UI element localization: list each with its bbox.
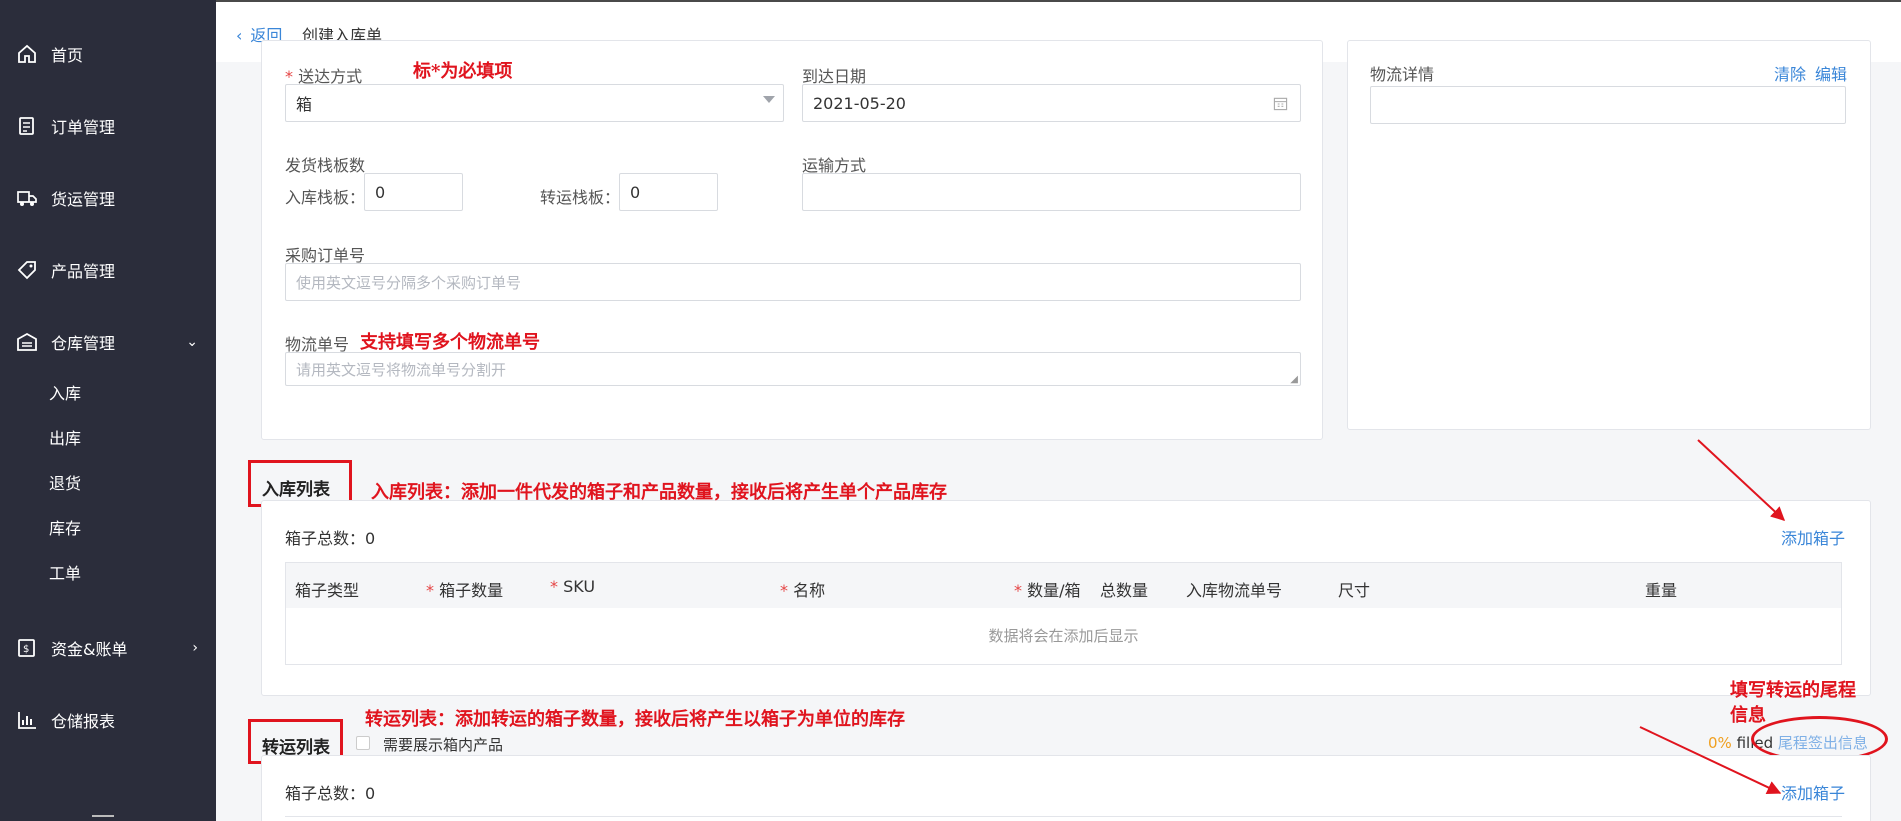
edit-link[interactable]: 编辑 bbox=[1815, 61, 1847, 85]
warehouse-icon bbox=[17, 332, 37, 351]
show-products-checkbox[interactable] bbox=[356, 736, 370, 750]
sidebar-item-orders[interactable]: 订单管理 bbox=[0, 106, 216, 146]
col-inbound-tracking: 入库物流单号 bbox=[1186, 581, 1283, 600]
progress-percent: 0% bbox=[1708, 734, 1732, 752]
sidebar-item-finance[interactable]: $ 资金&账单 › bbox=[0, 628, 216, 668]
transfer-pallet-label: 转运栈板： bbox=[540, 188, 621, 207]
col-box-type: 箱子类型 bbox=[295, 581, 360, 600]
logistics-detail-input[interactable] bbox=[1370, 86, 1846, 124]
transfer-pallet-input[interactable]: 0 bbox=[619, 173, 718, 211]
inbound-list-title: 入库列表 bbox=[262, 480, 330, 500]
sidebar-item-label: 产品管理 bbox=[51, 262, 116, 281]
chevron-left-icon: ‹ bbox=[236, 26, 243, 45]
sidebar-item-reports[interactable]: 仓储报表 bbox=[0, 700, 216, 740]
arrival-date-input[interactable]: 2021-05-20 bbox=[802, 84, 1301, 122]
sidebar-item-freight[interactable]: 货运管理 bbox=[0, 178, 216, 218]
transfer-list-panel bbox=[261, 755, 1871, 821]
col-box-qty: * 箱子数量 bbox=[426, 581, 504, 600]
arrival-date-value: 2021-05-20 bbox=[813, 93, 906, 113]
clear-link[interactable]: 清除 bbox=[1774, 61, 1806, 85]
sidebar-item-label: 资金&账单 bbox=[51, 640, 128, 659]
col-qty-per-box: * 数量/箱 bbox=[1014, 581, 1081, 600]
annotation-last-mile-1: 填写转运的尾程 bbox=[1730, 680, 1856, 701]
bill-icon: $ bbox=[18, 639, 35, 657]
col-total-qty: 总数量 bbox=[1100, 581, 1149, 600]
svg-text:$: $ bbox=[23, 644, 29, 655]
inbound-table-header: 箱子类型 * 箱子数量 * SKU * 名称 * 数量/箱 总数量 入库物流单号… bbox=[285, 562, 1842, 609]
calendar-icon bbox=[1273, 97, 1288, 111]
delivery-method-select[interactable]: 箱 bbox=[285, 84, 784, 122]
annotation-last-mile-2: 信息 bbox=[1730, 705, 1766, 726]
sidebar-item-label: 仓库管理 bbox=[51, 334, 116, 353]
tracking-number-placeholder: 请用英文逗号将物流单号分割开 bbox=[296, 360, 507, 379]
sidebar: 首页 订单管理 货运管理 产品管理 仓库管理 ⌄ 入库 出库 退货 库存 工单 … bbox=[0, 0, 216, 821]
tag-icon bbox=[17, 261, 36, 280]
inbound-add-box-button[interactable]: 添加箱子 bbox=[1781, 525, 1845, 549]
truck-icon bbox=[17, 191, 37, 206]
po-number-input[interactable]: 使用英文逗号分隔多个采购订单号 bbox=[285, 263, 1301, 301]
order-icon bbox=[19, 117, 34, 135]
delivery-method-value: 箱 bbox=[296, 95, 313, 114]
col-name: * 名称 bbox=[780, 581, 826, 600]
sidebar-subitem-tickets[interactable]: 工单 bbox=[49, 560, 81, 584]
col-weight: 重量 bbox=[1645, 581, 1678, 600]
show-products-label: 需要展示箱内产品 bbox=[383, 736, 504, 754]
sidebar-item-home[interactable]: 首页 bbox=[0, 34, 216, 74]
transfer-add-box-button[interactable]: 添加箱子 bbox=[1781, 780, 1845, 804]
logistics-detail-label: 物流详情 bbox=[1370, 65, 1435, 84]
transport-method-input[interactable] bbox=[802, 173, 1301, 211]
sidebar-subitem-inventory[interactable]: 库存 bbox=[49, 515, 81, 539]
sidebar-subitem-inbound[interactable]: 入库 bbox=[49, 380, 81, 404]
sidebar-item-label: 货运管理 bbox=[51, 190, 116, 209]
chart-icon bbox=[18, 712, 36, 729]
col-sku: * SKU bbox=[550, 577, 596, 596]
sidebar-subitem-outbound[interactable]: 出库 bbox=[49, 425, 81, 449]
home-icon bbox=[18, 44, 36, 63]
resize-handle-icon[interactable]: ◢ bbox=[1290, 374, 1298, 385]
annotation-transfer-desc: 转运列表：添加转运的箱子数量，接收后将产生以箱子为单位的库存 bbox=[365, 709, 905, 730]
sidebar-item-label: 仓储报表 bbox=[51, 712, 116, 731]
inbound-pallet-input[interactable]: 0 bbox=[364, 173, 463, 211]
chevron-right-icon: › bbox=[192, 640, 198, 656]
sidebar-subitem-returns[interactable]: 退货 bbox=[49, 470, 81, 494]
sidebar-item-label: 首页 bbox=[51, 46, 84, 65]
col-size: 尺寸 bbox=[1338, 581, 1371, 600]
po-number-placeholder: 使用英文逗号分隔多个采购订单号 bbox=[296, 273, 522, 292]
annotation-multi-tracking: 支持填写多个物流单号 bbox=[360, 332, 540, 353]
sidebar-item-warehouse[interactable]: 仓库管理 ⌄ bbox=[0, 322, 216, 362]
tracking-number-textarea[interactable]: 请用英文逗号将物流单号分割开 ◢ bbox=[285, 352, 1301, 386]
annotation-required: 标*为必填项 bbox=[413, 61, 513, 82]
inbound-box-total: 箱子总数：0 bbox=[285, 529, 376, 548]
transfer-box-total: 箱子总数：0 bbox=[285, 784, 376, 803]
pallet-count-label: 发货栈板数 bbox=[285, 156, 366, 175]
sidebar-item-products[interactable]: 产品管理 bbox=[0, 250, 216, 290]
sidebar-divider bbox=[92, 815, 114, 817]
transfer-table-top-border bbox=[285, 816, 1842, 817]
inbound-pallet-label: 入库栈板： bbox=[285, 188, 366, 207]
inbound-table-empty: 数据将会在添加后显示 bbox=[285, 608, 1842, 665]
caret-down-icon bbox=[763, 96, 775, 103]
annotation-inbound-desc: 入库列表：添加一件代发的箱子和产品数量，接收后将产生单个产品库存 bbox=[371, 482, 947, 503]
chevron-down-icon: ⌄ bbox=[186, 334, 198, 350]
sidebar-item-label: 订单管理 bbox=[51, 118, 116, 137]
